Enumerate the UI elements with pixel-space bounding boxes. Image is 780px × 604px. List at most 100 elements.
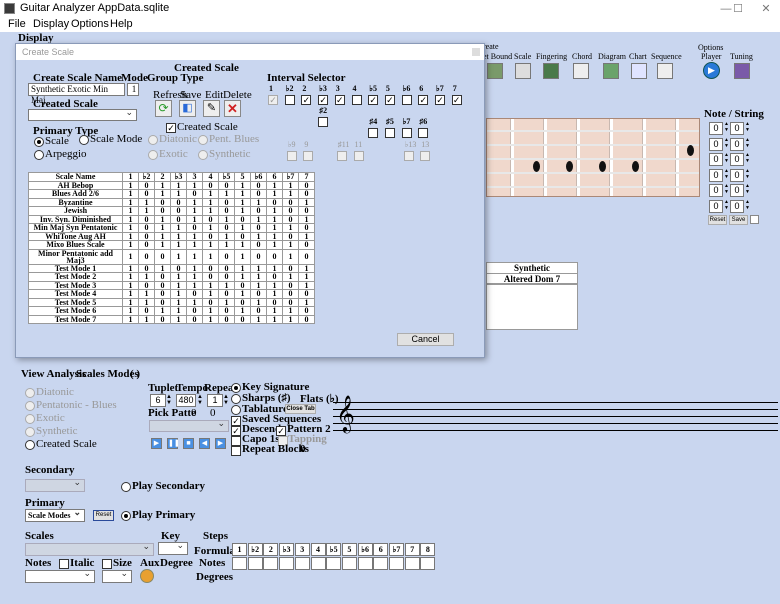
interval-ext-checkbox[interactable] <box>318 117 329 127</box>
tuning-icon[interactable] <box>734 63 750 79</box>
menu-display[interactable]: Display <box>33 18 69 30</box>
interval-compound-checkbox[interactable] <box>353 151 364 161</box>
interval-ext-checkbox[interactable] <box>401 128 412 138</box>
table-row[interactable]: Test Mode 4110101010100 <box>28 289 315 299</box>
table-row[interactable]: Minor Pentatonic add Maj3 1 0 0 1 1 1 0 1 0 0 1 0 <box>28 248 315 265</box>
interval-checkbox[interactable]: ✓ <box>418 95 429 105</box>
menu-help[interactable]: Help <box>110 18 133 30</box>
secondary-select[interactable] <box>25 477 85 492</box>
table-row[interactable]: Test Mode 2110110011011 <box>28 272 315 282</box>
radio-scale[interactable] <box>34 137 44 147</box>
radio-pentatonic-blues[interactable] <box>25 401 35 411</box>
diagram-icon[interactable] <box>603 63 619 79</box>
radio-key-signature[interactable] <box>231 383 241 393</box>
radio-play-secondary[interactable] <box>121 482 131 492</box>
capo-checkbox[interactable] <box>231 436 241 446</box>
interval-checkbox[interactable]: ✓ <box>384 95 395 105</box>
table-header[interactable]: ♭6 <box>250 172 267 182</box>
interval-checkbox[interactable]: ✓ <box>301 95 312 105</box>
table-row[interactable]: Jewish 1 1 0 0 1 1 0 1 0 1 0 0 <box>28 206 315 216</box>
interval-compound-checkbox[interactable] <box>403 151 414 161</box>
chart-icon[interactable] <box>631 63 647 79</box>
note-string-spinner[interactable]: ▲ ▼ <box>724 153 729 165</box>
fretbound-icon[interactable] <box>487 63 503 79</box>
menu-file[interactable]: File <box>8 18 26 30</box>
fingering-icon[interactable] <box>543 63 559 79</box>
interval-checkbox[interactable]: ✓ <box>368 95 379 105</box>
table-row[interactable]: Inv. Syn. Diminished 1 0 1 0 1 0 1 0 1 1 0 1 <box>28 214 315 224</box>
italic-checkbox[interactable] <box>59 559 69 569</box>
radio-diatonic[interactable] <box>25 388 35 398</box>
note-string-input[interactable]: 0 <box>730 137 744 151</box>
note-string-input[interactable]: 0 <box>730 199 744 213</box>
table-header[interactable]: ♭7 <box>282 172 299 182</box>
repeat-input[interactable]: 1 <box>207 394 223 407</box>
created-scale-checkbox[interactable]: ✓ <box>166 123 176 133</box>
tuplet-input[interactable]: 6 <box>150 394 166 407</box>
note-string-input[interactable]: 0 <box>709 122 723 135</box>
created-scale-select[interactable] <box>28 107 137 121</box>
table-header[interactable]: 7 <box>298 172 315 182</box>
note-extra-box[interactable] <box>750 215 759 224</box>
scale-name-input[interactable]: Synthetic Exotic Min Maj <box>28 83 125 105</box>
table-header[interactable]: 5 <box>234 172 251 182</box>
interval-compound-checkbox[interactable] <box>336 151 347 161</box>
radio-created-scale[interactable] <box>25 440 35 450</box>
saved-sequences-checkbox[interactable]: ✓ <box>231 416 241 426</box>
primary-reset-button[interactable]: Reset <box>93 510 114 521</box>
radio-exotic[interactable] <box>25 414 35 424</box>
note-reset-button[interactable]: Reset <box>708 215 727 225</box>
interval-checkbox[interactable] <box>351 95 362 105</box>
delete-icon[interactable]: ✕ <box>224 100 241 117</box>
note-string-input[interactable]: 0 <box>709 199 723 213</box>
fretboard[interactable] <box>486 118 700 197</box>
music-staff[interactable]: 𝄞 <box>333 395 778 432</box>
note-string-input[interactable]: 0 <box>709 137 723 151</box>
note-string-spinner[interactable]: ▲ ▼ <box>724 122 729 134</box>
note-string-spinner[interactable]: ▲ ▼ <box>745 200 750 212</box>
key-select[interactable] <box>158 540 188 555</box>
tempo-input[interactable]: 480 <box>176 394 196 407</box>
interval-compound-checkbox[interactable] <box>286 151 297 161</box>
radio-arpeggio[interactable] <box>34 150 44 160</box>
radio-scale-mode[interactable] <box>79 135 89 145</box>
repeat-spinner[interactable]: ▲ ▼ <box>223 394 229 406</box>
note-string-spinner[interactable]: ▲ ▼ <box>745 153 750 165</box>
scale-summary-list[interactable] <box>486 284 578 330</box>
player-icon[interactable]: ▶ <box>703 62 720 79</box>
interval-checkbox[interactable]: ✓ <box>318 95 329 105</box>
radio-group-synthetic[interactable] <box>198 150 208 160</box>
sequence-icon[interactable] <box>657 63 673 79</box>
primary-select[interactable]: Scale Modes <box>25 507 85 522</box>
radio-tablature[interactable] <box>231 405 241 415</box>
table-row[interactable]: Test Mode 1101010011101 <box>28 263 315 273</box>
dialog-close-icon[interactable] <box>472 48 480 56</box>
table-header[interactable]: 6 <box>266 172 283 182</box>
note-string-input[interactable]: 0 <box>730 153 744 166</box>
table-row[interactable]: Blues Add 2/6 1 0 1 1 0 1 1 1 0 1 1 0 <box>28 189 315 199</box>
table-row[interactable]: WhiTone Aug AH 1 0 1 1 1 0 1 0 1 1 0 1 <box>28 231 315 241</box>
table-header[interactable]: Scale Name <box>28 172 123 182</box>
menu-options[interactable]: Options <box>71 18 109 30</box>
note-string-input[interactable]: 0 <box>730 184 744 197</box>
table-header[interactable]: ♭3 <box>170 172 187 182</box>
note-string-input[interactable]: 0 <box>730 168 744 182</box>
table-header[interactable]: 2 <box>154 172 171 182</box>
table-row[interactable]: Test Mode 6101101010110 <box>28 306 315 316</box>
radio-group-exotic[interactable] <box>148 150 158 160</box>
pause-icon[interactable]: ❚❚ <box>167 438 180 449</box>
note-string-spinner[interactable]: ▲ ▼ <box>745 184 750 196</box>
chord-icon[interactable] <box>573 63 589 79</box>
rewind-icon[interactable]: ◀ <box>199 438 210 449</box>
radio-group-pent-blues[interactable] <box>198 135 208 145</box>
edit-icon[interactable]: ✎ <box>203 100 220 117</box>
size-select[interactable] <box>102 568 132 583</box>
mode-input[interactable]: 1 <box>127 83 139 96</box>
repeat-blocks-checkbox[interactable] <box>231 446 241 456</box>
notes-select[interactable] <box>25 568 95 583</box>
close-window-button[interactable]: ✕ <box>756 1 776 17</box>
radio-play-primary[interactable] <box>121 511 131 521</box>
table-header[interactable]: 3 <box>186 172 203 182</box>
table-header[interactable]: 4 <box>202 172 219 182</box>
note-string-spinner[interactable]: ▲ ▼ <box>724 138 729 150</box>
